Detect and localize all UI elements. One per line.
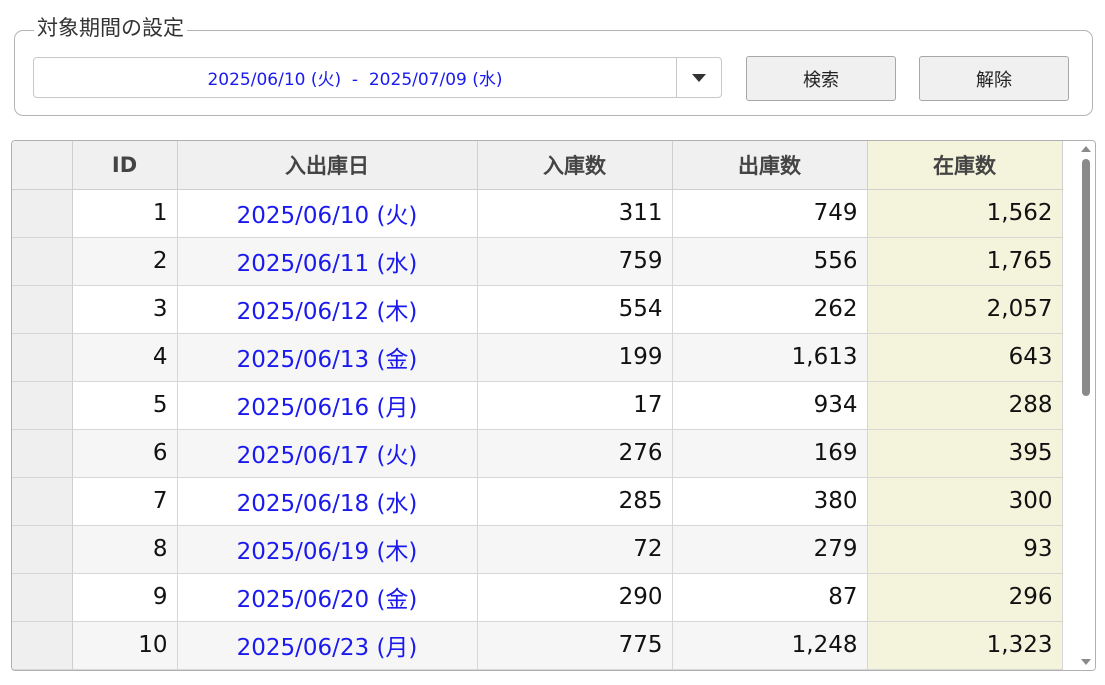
- table-row[interactable]: 2 2025/06/11 (水) 759 556 1,765: [12, 237, 1063, 286]
- cell-id[interactable]: 3: [72, 285, 178, 334]
- inventory-grid: ID 入出庫日 入庫数 出庫数 在庫数 1 2025/06/10 (火) 311 74…: [11, 140, 1096, 671]
- row-header-cell[interactable]: [12, 285, 73, 334]
- row-header-cell[interactable]: [12, 189, 73, 238]
- table-row[interactable]: 1 2025/06/10 (火) 311 749 1,562: [12, 189, 1063, 238]
- cell-date[interactable]: 2025/06/16 (月): [177, 381, 478, 430]
- cell-in-qty[interactable]: 199: [477, 333, 673, 382]
- cell-out-qty[interactable]: 87: [672, 573, 868, 622]
- row-header-cell[interactable]: [12, 477, 73, 526]
- cell-date[interactable]: 2025/06/13 (金): [177, 333, 478, 382]
- cell-in-qty[interactable]: 759: [477, 237, 673, 286]
- caret-down-icon: [692, 73, 706, 82]
- filter-legend: 対象期間の設定: [34, 14, 187, 42]
- cell-date[interactable]: 2025/06/11 (水): [177, 237, 478, 286]
- cell-out-qty[interactable]: 934: [672, 381, 868, 430]
- cell-date[interactable]: 2025/06/20 (金): [177, 573, 478, 622]
- cell-id[interactable]: 9: [72, 573, 178, 622]
- cell-out-qty[interactable]: 1,613: [672, 333, 868, 382]
- cell-in-qty[interactable]: 72: [477, 525, 673, 574]
- cell-in-qty[interactable]: 311: [477, 189, 673, 238]
- cell-out-qty[interactable]: 262: [672, 285, 868, 334]
- cell-out-qty[interactable]: 279: [672, 525, 868, 574]
- table-row[interactable]: 4 2025/06/13 (金) 199 1,613 643: [12, 333, 1063, 382]
- column-header-in[interactable]: 入庫数: [477, 141, 673, 190]
- cell-stock-qty[interactable]: 1,323: [867, 621, 1063, 670]
- cell-id[interactable]: 2: [72, 237, 178, 286]
- cell-stock-qty[interactable]: 395: [867, 429, 1063, 478]
- table-row[interactable]: 5 2025/06/16 (月) 17 934 288: [12, 381, 1063, 430]
- row-header-cell[interactable]: [12, 525, 73, 574]
- cell-id[interactable]: 7: [72, 477, 178, 526]
- cell-stock-qty[interactable]: 288: [867, 381, 1063, 430]
- column-header-id[interactable]: ID: [72, 141, 178, 190]
- cell-in-qty[interactable]: 554: [477, 285, 673, 334]
- cell-date[interactable]: 2025/06/23 (月): [177, 621, 478, 670]
- cell-id[interactable]: 8: [72, 525, 178, 574]
- table-row[interactable]: 3 2025/06/12 (木) 554 262 2,057: [12, 285, 1063, 334]
- cell-out-qty[interactable]: 380: [672, 477, 868, 526]
- cell-stock-qty[interactable]: 300: [867, 477, 1063, 526]
- column-header-stock[interactable]: 在庫数: [867, 141, 1063, 190]
- row-header-cell[interactable]: [12, 333, 73, 382]
- row-header-cell[interactable]: [12, 621, 73, 670]
- cell-out-qty[interactable]: 556: [672, 237, 868, 286]
- cell-date[interactable]: 2025/06/10 (火): [177, 189, 478, 238]
- table-row[interactable]: 7 2025/06/18 (水) 285 380 300: [12, 477, 1063, 526]
- clear-button[interactable]: 解除: [919, 56, 1069, 101]
- column-header-out[interactable]: 出庫数: [672, 141, 868, 190]
- scroll-down-arrow-icon[interactable]: [1081, 659, 1091, 665]
- cell-out-qty[interactable]: 749: [672, 189, 868, 238]
- cell-stock-qty[interactable]: 1,562: [867, 189, 1063, 238]
- scrollbar-thumb[interactable]: [1082, 159, 1090, 396]
- corner-cell: [12, 141, 73, 190]
- cell-stock-qty[interactable]: 1,765: [867, 237, 1063, 286]
- date-range-value: 2025/06/10 (火) - 2025/07/09 (水): [207, 70, 503, 90]
- cell-id[interactable]: 6: [72, 429, 178, 478]
- vertical-scrollbar[interactable]: [1077, 141, 1095, 670]
- cell-stock-qty[interactable]: 93: [867, 525, 1063, 574]
- cell-in-qty[interactable]: 290: [477, 573, 673, 622]
- table-row[interactable]: 6 2025/06/17 (火) 276 169 395: [12, 429, 1063, 478]
- row-header-cell[interactable]: [12, 573, 73, 622]
- table-row[interactable]: 10 2025/06/23 (月) 775 1,248 1,323: [12, 621, 1063, 670]
- table-row[interactable]: 8 2025/06/19 (木) 72 279 93: [12, 525, 1063, 574]
- row-header-cell[interactable]: [12, 429, 73, 478]
- cell-stock-qty[interactable]: 643: [867, 333, 1063, 382]
- cell-in-qty[interactable]: 775: [477, 621, 673, 670]
- column-header-date[interactable]: 入出庫日: [177, 141, 478, 190]
- cell-date[interactable]: 2025/06/17 (火): [177, 429, 478, 478]
- cell-out-qty[interactable]: 169: [672, 429, 868, 478]
- search-button[interactable]: 検索: [746, 56, 896, 101]
- cell-stock-qty[interactable]: 2,057: [867, 285, 1063, 334]
- cell-in-qty[interactable]: 285: [477, 477, 673, 526]
- cell-date[interactable]: 2025/06/12 (木): [177, 285, 478, 334]
- dropdown-button[interactable]: [677, 58, 721, 97]
- cell-in-qty[interactable]: 17: [477, 381, 673, 430]
- scroll-up-arrow-icon[interactable]: [1081, 146, 1091, 152]
- row-header-cell[interactable]: [12, 381, 73, 430]
- cell-date[interactable]: 2025/06/19 (木): [177, 525, 478, 574]
- cell-out-qty[interactable]: 1,248: [672, 621, 868, 670]
- row-header-cell[interactable]: [12, 237, 73, 286]
- cell-in-qty[interactable]: 276: [477, 429, 673, 478]
- cell-id[interactable]: 1: [72, 189, 178, 238]
- table-row[interactable]: 9 2025/06/20 (金) 290 87 296: [12, 573, 1063, 622]
- date-range-select[interactable]: 2025/06/10 (火) - 2025/07/09 (水): [33, 57, 722, 98]
- cell-date[interactable]: 2025/06/18 (水): [177, 477, 478, 526]
- cell-stock-qty[interactable]: 296: [867, 573, 1063, 622]
- cell-id[interactable]: 10: [72, 621, 178, 670]
- inventory-table: ID 入出庫日 入庫数 出庫数 在庫数 1 2025/06/10 (火) 311 74…: [12, 141, 1063, 670]
- cell-id[interactable]: 4: [72, 333, 178, 382]
- cell-id[interactable]: 5: [72, 381, 178, 430]
- header-row: ID 入出庫日 入庫数 出庫数 在庫数: [12, 141, 1063, 190]
